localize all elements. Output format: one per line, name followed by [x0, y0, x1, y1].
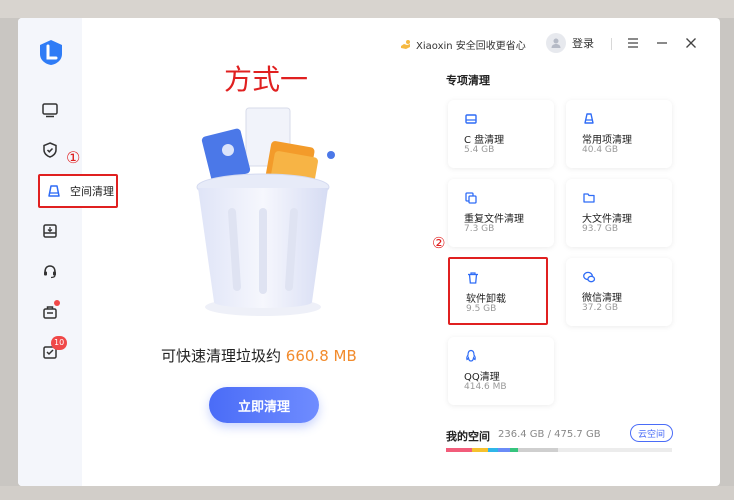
sidebar-item-space-cleanup[interactable]: 空间清理 [38, 174, 118, 208]
broom-icon [48, 185, 60, 197]
drive-download-icon [43, 224, 57, 238]
qq-penguin-icon [466, 349, 476, 362]
storage-usage-bar [446, 448, 672, 452]
card-name: 大文件清理 [582, 214, 632, 225]
card-size: 93.7 GB [582, 224, 619, 234]
clean-now-button[interactable]: 立即清理 [209, 387, 319, 423]
promo-label: Xiaoxin 安全回收更省心 [416, 41, 526, 52]
card-name: 软件卸载 [466, 294, 506, 305]
card-size: 414.6 MB [464, 382, 507, 392]
app-logo-icon [40, 40, 62, 65]
special-cleanup-title: 专项清理 [446, 74, 490, 87]
folder-icon [583, 193, 595, 203]
sidebar-item-support[interactable] [34, 257, 66, 285]
cloud-space-button[interactable]: 云空间 [630, 424, 673, 442]
card-size: 37.2 GB [582, 303, 619, 313]
user-icon [551, 38, 561, 48]
card-size: 9.5 GB [466, 304, 497, 314]
headset-icon [44, 265, 56, 279]
card-duplicate-files[interactable]: 重复文件清理 7.3 GB [448, 179, 554, 247]
promo-text[interactable]: Xiaoxin 安全回收更省心 [400, 37, 526, 52]
sidebar-item-security[interactable] [34, 136, 66, 164]
toolbar-divider [611, 38, 612, 50]
sidebar-item-computer[interactable] [34, 96, 66, 124]
usage-segment [472, 448, 488, 452]
card-size: 5.4 GB [464, 145, 495, 155]
card-name: C 盘清理 [464, 135, 505, 146]
card-name: 微信清理 [582, 293, 622, 304]
monitor-icon [42, 103, 58, 118]
method-title-annotation: 方式一 [224, 63, 309, 96]
trash-bin-illustration [196, 107, 335, 316]
sidebar: 10 [18, 18, 82, 486]
card-qq[interactable]: QQ清理 414.6 MB [448, 337, 554, 405]
annotation-mark-one: ① [66, 148, 81, 167]
card-common-items[interactable]: 常用项清理 40.4 GB [566, 100, 672, 168]
summary-text: 可快速清理垃圾约 [161, 347, 282, 365]
wechat-icon [583, 271, 596, 283]
card-software-uninstall[interactable]: 软件卸载 9.5 GB [448, 257, 548, 325]
usage-segment [510, 448, 518, 452]
login-label: 登录 [572, 37, 594, 50]
sidebar-item-messages[interactable]: 10 [34, 336, 68, 366]
cleanup-summary: 可快速清理垃圾约 660.8 MB [161, 345, 357, 366]
trash-icon [468, 272, 478, 284]
sidebar-item-drive[interactable] [34, 217, 66, 245]
sidebar-item-toolbox[interactable] [34, 298, 66, 326]
shield-check-icon [43, 142, 57, 158]
background-strip-bottom [0, 486, 734, 500]
notification-dot [54, 300, 60, 306]
login-button[interactable]: 登录 [546, 33, 594, 53]
card-size: 40.4 GB [582, 145, 619, 155]
close-icon[interactable] [684, 36, 698, 50]
card-size: 7.3 GB [464, 224, 495, 234]
card-wechat[interactable]: 微信清理 37.2 GB [566, 258, 672, 326]
card-c-drive[interactable]: C 盘清理 5.4 GB [448, 100, 554, 168]
card-name: 常用项清理 [582, 135, 632, 146]
card-large-files[interactable]: 大文件清理 93.7 GB [566, 179, 672, 247]
annotation-mark-two: ② [432, 234, 446, 252]
message-count-badge: 10 [51, 336, 68, 350]
duplicate-files-icon [465, 192, 477, 204]
card-name: QQ清理 [464, 372, 500, 383]
background-strip-top [0, 0, 734, 18]
broom-icon [584, 113, 594, 124]
summary-amount: 660.8 MB [285, 347, 357, 365]
my-space-value: 236.4 GB / 475.7 GB [498, 429, 601, 440]
minimize-icon[interactable] [655, 36, 669, 50]
usage-segment [488, 448, 498, 452]
app-window: 10 空间清理 ① Xiaoxin 安全回收更省心 登录 方式一 可快速清理垃圾… [18, 18, 720, 486]
usage-segment [498, 448, 510, 452]
usage-segment [518, 448, 558, 452]
my-space-label: 我的空间 [446, 430, 490, 443]
card-name: 重复文件清理 [464, 214, 524, 225]
drive-icon [465, 114, 477, 124]
hand-shield-icon [401, 39, 410, 49]
menu-icon[interactable] [626, 36, 640, 50]
usage-segment [446, 448, 472, 452]
sidebar-item-label: 空间清理 [70, 185, 114, 198]
avatar [546, 33, 566, 53]
